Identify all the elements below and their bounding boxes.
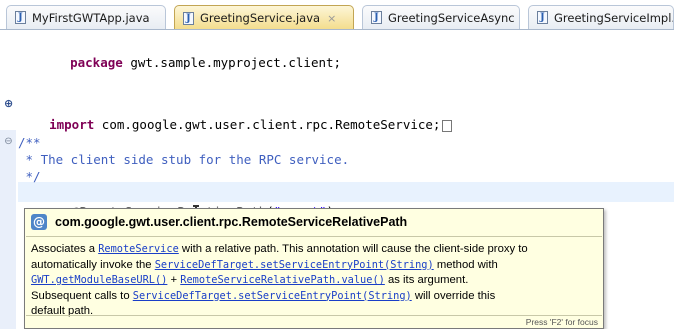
link-getmodulebaseurl[interactable]: GWT.getModuleBaseURL() bbox=[31, 274, 167, 286]
java-file-icon: J bbox=[15, 11, 26, 24]
java-file-icon: J bbox=[183, 11, 194, 25]
tab-label: MyFirstGWTApp.java bbox=[32, 10, 150, 25]
popup-header: @ com.google.gwt.user.client.rpc.RemoteS… bbox=[31, 213, 407, 231]
tab-label: GreetingService.java bbox=[200, 11, 321, 25]
popup-title: com.google.gwt.user.client.rpc.RemoteSer… bbox=[55, 215, 408, 229]
expand-fold-icon[interactable]: ⊕ bbox=[4, 98, 13, 109]
annotation-icon: @ bbox=[31, 214, 47, 230]
java-file-icon: J bbox=[371, 11, 382, 24]
editor-tab-bar: J MyFirstGWTApp.java J GreetingService.j… bbox=[0, 0, 674, 30]
tab-greetingservice[interactable]: J GreetingService.java × bbox=[174, 5, 354, 30]
code-line-comment-end[interactable]: */ bbox=[18, 167, 41, 187]
link-relativepath-value[interactable]: RemoteServiceRelativePath.value() bbox=[180, 274, 385, 286]
popup-description: Associates a RemoteService with a relati… bbox=[31, 243, 528, 317]
close-tab-icon[interactable]: × bbox=[327, 12, 336, 25]
link-setserviceentrypoint-2[interactable]: ServiceDefTarget.setServiceEntryPoint(St… bbox=[133, 290, 412, 302]
tab-label: GreetingServiceAsync bbox=[388, 10, 515, 25]
popup-status-bar: Press 'F2' for focus bbox=[26, 315, 602, 328]
link-remoteservice[interactable]: RemoteService bbox=[98, 243, 179, 255]
java-file-icon: J bbox=[537, 11, 548, 24]
import-path: com.google.gwt.user.client.rpc.RemoteSer… bbox=[94, 117, 441, 132]
code-line-package[interactable]: package gwt.sample.myproject.client; bbox=[40, 33, 341, 70]
tab-greetingserviceasync[interactable]: J GreetingServiceAsync bbox=[362, 5, 520, 29]
tab-greetingserviceimpl[interactable]: J GreetingServiceImpl. bbox=[528, 5, 674, 29]
keyword: import bbox=[49, 117, 95, 132]
code-line-comment-body[interactable]: * The client side stub for the RPC servi… bbox=[18, 150, 350, 170]
code-line-annotation[interactable]: @RemoteServiceReativePath("greet") bbox=[42, 182, 334, 220]
code-line-import[interactable]: import com.google.gwt.user.client.rpc.Re… bbox=[19, 95, 453, 132]
popup-divider bbox=[26, 236, 602, 237]
keyword: package bbox=[70, 55, 123, 70]
folded-block-icon[interactable] bbox=[442, 119, 453, 132]
link-setserviceentrypoint[interactable]: ServiceDefTarget.setServiceEntryPoint(St… bbox=[155, 259, 434, 271]
tab-myfirstgwtapp[interactable]: J MyFirstGWTApp.java bbox=[6, 5, 166, 29]
javadoc-hover-popup[interactable]: @ com.google.gwt.user.client.rpc.RemoteS… bbox=[24, 208, 604, 329]
focus-hint: Press 'F2' for focus bbox=[525, 317, 598, 327]
gutter-range-indicator bbox=[0, 130, 16, 329]
collapse-fold-icon[interactable]: ⊖ bbox=[4, 137, 13, 147]
package-name: gwt.sample.myproject.client; bbox=[122, 55, 342, 70]
tab-label: GreetingServiceImpl. bbox=[554, 10, 674, 25]
